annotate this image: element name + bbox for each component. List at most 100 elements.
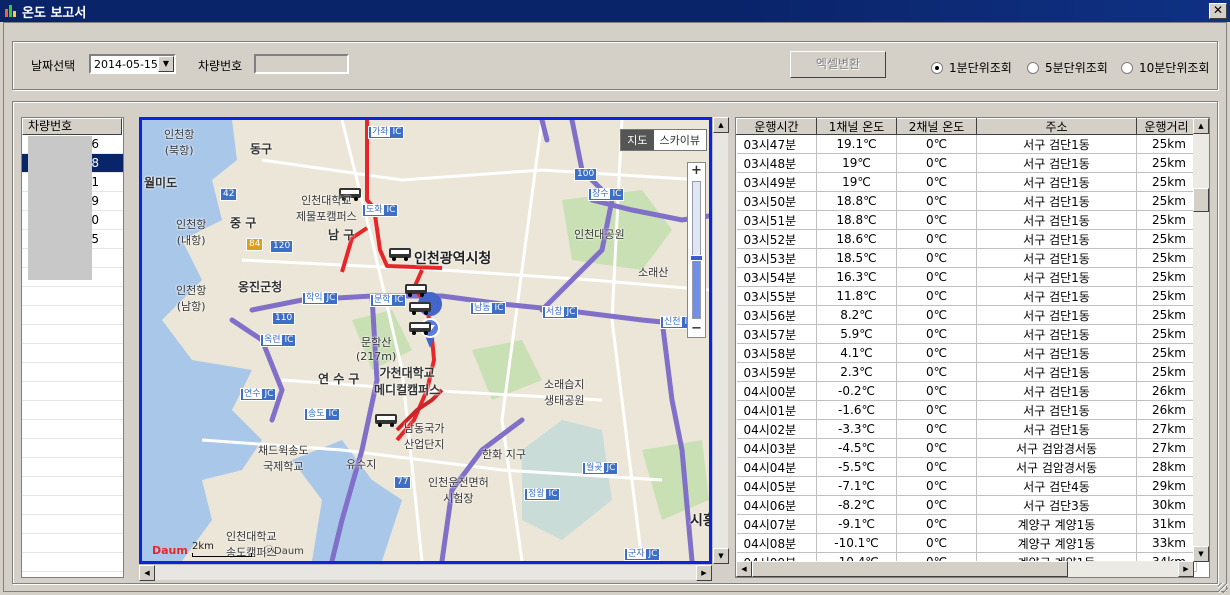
table-row[interactable]: 03시55분 11.8℃ 0℃ 서구 검단1동 25km — [736, 286, 1197, 306]
bus-icon[interactable] — [374, 412, 398, 428]
vehicle-row-empty — [22, 515, 123, 534]
zoom-in-button[interactable]: + — [688, 163, 705, 179]
table-row[interactable]: 03시52분 18.6℃ 0℃ 서구 검단1동 25km — [736, 229, 1197, 249]
bus-icon[interactable] — [404, 282, 428, 298]
cell-distance: 27km — [1136, 438, 1197, 458]
radio-5min[interactable]: 5분단위조회 — [1027, 59, 1108, 76]
cell-address: 서구 검단1동 — [976, 191, 1137, 211]
map-view[interactable]: 인천항 (북항) 동구 월미도 인천항 (내항) 중 구 인천항 (남항) 옹진… — [139, 117, 712, 564]
table-row[interactable]: 04시04분 -5.5℃ 0℃ 서구 검암경서동 28km — [736, 457, 1197, 477]
chevron-down-icon[interactable]: ▼ — [158, 56, 174, 72]
scroll-thumb[interactable] — [752, 561, 1068, 577]
map-horizontal-scrollbar[interactable]: ◀ ▶ — [139, 564, 712, 581]
scroll-up-icon[interactable]: ▲ — [1193, 118, 1209, 134]
table-row[interactable]: 03시59분 2.3℃ 0℃ 서구 검단1동 25km — [736, 362, 1197, 382]
radio-1min-dot[interactable] — [931, 61, 943, 74]
table-row[interactable]: 03시49분 19℃ 0℃ 서구 검단1동 25km — [736, 172, 1197, 192]
scroll-up-icon[interactable]: ▲ — [713, 117, 729, 133]
cell-ch1-temp: -5.5℃ — [816, 457, 897, 477]
ic-label: 월곶 JC — [582, 462, 619, 475]
map-label: 옹진군청 — [238, 280, 283, 294]
column-header-ch2[interactable]: 2채널 온도 — [896, 118, 977, 135]
zoom-slider-thumb[interactable] — [690, 255, 703, 261]
table-row[interactable]: 03시53분 18.5℃ 0℃ 서구 검단1동 25km — [736, 248, 1197, 268]
scroll-right-icon[interactable]: ▶ — [696, 565, 712, 581]
cell-ch2-temp: 0℃ — [896, 495, 977, 515]
redaction-mask — [28, 136, 92, 280]
vehicle-field[interactable] — [254, 54, 349, 74]
map-label: 시흥 — [690, 513, 709, 529]
cell-ch2-temp: 0℃ — [896, 419, 977, 439]
column-header-address[interactable]: 주소 — [976, 118, 1137, 135]
tab-skyview[interactable]: 스카이뷰 — [653, 130, 706, 150]
table-row[interactable]: 03시51분 18.8℃ 0℃ 서구 검단1동 25km — [736, 210, 1197, 230]
table-row[interactable]: 03시48분 19℃ 0℃ 서구 검단1동 25km — [736, 153, 1197, 173]
scroll-left-icon[interactable]: ◀ — [736, 561, 752, 577]
scroll-right-icon[interactable]: ▶ — [1178, 561, 1194, 577]
table-row[interactable]: 04시07분 -9.1℃ 0℃ 계양구 계양1동 31km — [736, 514, 1197, 534]
vehicle-row-empty — [22, 420, 123, 439]
table-row[interactable]: 03시56분 8.2℃ 0℃ 서구 검단1동 25km — [736, 305, 1197, 325]
table-row[interactable]: 04시00분 -0.2℃ 0℃ 서구 검단1동 26km — [736, 381, 1197, 401]
ic-label: 송도 IC — [304, 408, 341, 421]
cell-ch2-temp: 0℃ — [896, 172, 977, 192]
title-bar: 온도 보고서 ✕ — [0, 0, 1230, 22]
radio-5min-label: 5분단위조회 — [1045, 61, 1108, 75]
bus-icon[interactable] — [388, 246, 412, 262]
cell-ch1-temp: 2.3℃ — [816, 362, 897, 382]
scroll-down-icon[interactable]: ▼ — [713, 548, 729, 564]
zoom-out-button[interactable]: − — [688, 321, 705, 337]
bus-icon[interactable] — [408, 320, 432, 336]
ic-label: 남동 IC — [470, 302, 507, 315]
table-row[interactable]: 04시08분 -10.1℃ 0℃ 계양구 계양1동 33km — [736, 533, 1197, 553]
cell-ch1-temp: -9.1℃ — [816, 514, 897, 534]
table-row[interactable]: 04시01분 -1.6℃ 0℃ 서구 검단1동 26km — [736, 400, 1197, 420]
table-row[interactable]: 04시02분 -3.3℃ 0℃ 서구 검단1동 27km — [736, 419, 1197, 439]
window-title: 온도 보고서 — [22, 5, 87, 21]
cell-ch2-temp: 0℃ — [896, 343, 977, 363]
radio-1min[interactable]: 1분단위조회 — [931, 59, 1012, 76]
scroll-thumb[interactable] — [1193, 188, 1209, 212]
grid-vertical-scrollbar[interactable]: ▲ ▼ — [1193, 118, 1209, 562]
table-row[interactable]: 03시47분 19.1℃ 0℃ 서구 검단1동 25km — [736, 134, 1197, 154]
table-row[interactable]: 04시05분 -7.1℃ 0℃ 서구 검단4동 29km — [736, 476, 1197, 496]
column-header-time[interactable]: 운행시간 — [736, 118, 817, 135]
vehicle-list[interactable]: 차량번호 96 38 01 39 60 45 — [21, 117, 124, 578]
map-label: 소래습지 생태공원 — [544, 378, 585, 407]
column-header-distance[interactable]: 운행거리 — [1136, 118, 1197, 135]
table-row[interactable]: 03시54분 16.3℃ 0℃ 서구 검단1동 25km — [736, 267, 1197, 287]
column-header-ch1[interactable]: 1채널 온도 — [816, 118, 897, 135]
excel-export-button[interactable]: 엑셀변환 — [790, 51, 886, 78]
cell-distance: 30km — [1136, 495, 1197, 515]
table-row[interactable]: 03시50분 18.8℃ 0℃ 서구 검단1동 25km — [736, 191, 1197, 211]
grid-horizontal-scrollbar[interactable]: ◀ ▶ — [736, 561, 1194, 577]
zoom-slider[interactable] — [690, 181, 703, 319]
ic-label: 도화 IC — [362, 204, 399, 217]
cell-address: 서구 검단1동 — [976, 229, 1137, 249]
table-row[interactable]: 04시03분 -4.5℃ 0℃ 서구 검암경서동 27km — [736, 438, 1197, 458]
cell-address: 서구 검단1동 — [976, 172, 1137, 192]
table-row[interactable]: 03시58분 4.1℃ 0℃ 서구 검단1동 25km — [736, 343, 1197, 363]
bus-icon[interactable] — [408, 300, 432, 316]
cell-address: 서구 검암경서동 — [976, 457, 1137, 477]
table-row[interactable]: 04시06분 -8.2℃ 0℃ 서구 검단3동 30km — [736, 495, 1197, 515]
ic-label: 문학 IC — [370, 294, 407, 307]
radio-10min-dot[interactable] — [1121, 61, 1133, 74]
close-button[interactable]: ✕ — [1209, 3, 1227, 19]
cell-distance: 33km — [1136, 533, 1197, 553]
cell-address: 서구 검단1동 — [976, 134, 1137, 154]
radio-5min-dot[interactable] — [1027, 61, 1039, 74]
cell-distance: 26km — [1136, 381, 1197, 401]
tab-map[interactable]: 지도 — [621, 130, 654, 150]
date-select[interactable]: 2014-05-15 ▼ — [89, 54, 176, 74]
vehicle-list-header[interactable]: 차량번호 — [22, 118, 122, 135]
cell-address: 서구 검단1동 — [976, 362, 1137, 382]
temperature-grid[interactable]: 운행시간 1채널 온도 2채널 온도 주소 운행거리 03시47분 19.1℃ 0℃… — [735, 117, 1210, 578]
scroll-left-icon[interactable]: ◀ — [139, 565, 155, 581]
scroll-down-icon[interactable]: ▼ — [1193, 546, 1209, 562]
table-row[interactable]: 03시57분 5.9℃ 0℃ 서구 검단1동 25km — [736, 324, 1197, 344]
resize-grip-icon[interactable] — [1218, 583, 1228, 593]
cell-address: 서구 검단4동 — [976, 476, 1137, 496]
radio-10min[interactable]: 10분단위조회 — [1121, 59, 1209, 76]
map-vertical-scrollbar[interactable]: ▲ ▼ — [712, 117, 729, 564]
